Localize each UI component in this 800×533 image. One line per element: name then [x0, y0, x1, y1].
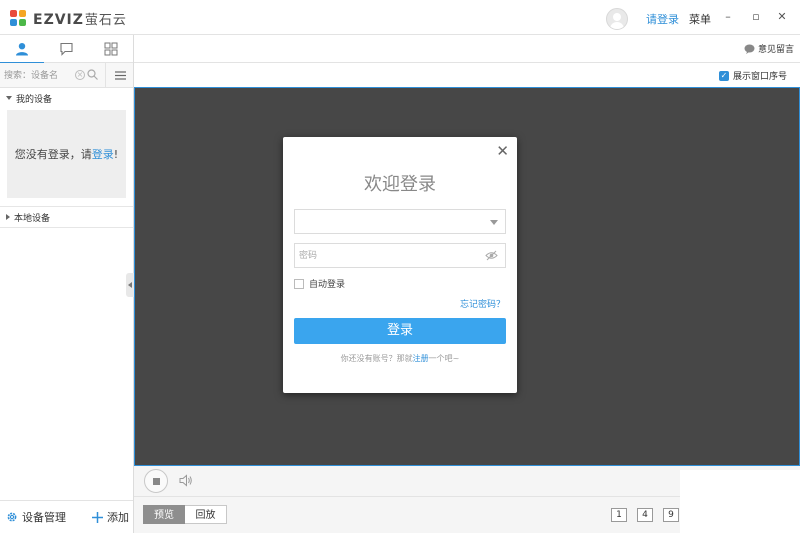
top-toolbar: 意见留言 [134, 35, 800, 63]
account-select[interactable] [294, 209, 506, 234]
device-management-label: 设备管理 [22, 511, 66, 524]
sidebar-collapse-handle[interactable] [126, 273, 134, 297]
checkbox-icon [294, 278, 304, 289]
device-search-bar: × [0, 63, 133, 88]
layout-1-button[interactable]: 1 [611, 508, 627, 522]
login-link[interactable]: 请登录 [646, 11, 679, 27]
gear-icon [7, 512, 17, 522]
speech-bubble-icon [744, 44, 755, 54]
maximize-button[interactable]: ▫ [748, 9, 764, 25]
show-window-number-checkbox[interactable]: ✓ 展示窗口序号 [718, 69, 787, 82]
clear-icon[interactable]: × [75, 70, 85, 80]
group-my-devices-label: 我的设备 [16, 94, 53, 105]
mode-switch: 预览 回放 [143, 505, 227, 524]
grid-icon [104, 42, 118, 56]
layout-4-button[interactable]: 4 [637, 508, 653, 522]
close-window-button[interactable]: ✕ [774, 9, 790, 25]
auto-login-label: 自动登录 [309, 280, 346, 290]
list-view-button[interactable] [105, 63, 134, 87]
group-my-devices[interactable]: 我的设备 [0, 88, 133, 108]
tab-messages[interactable] [44, 35, 88, 63]
not-logged-text: 您没有登录，请 [14, 148, 92, 161]
avatar[interactable] [606, 8, 628, 30]
sidebar-footer: 设备管理 添加 [0, 500, 133, 533]
chevron-left-icon [128, 282, 132, 288]
chevron-right-icon [6, 214, 10, 220]
stop-button[interactable] [144, 469, 168, 493]
register-suffix: 一个吧~ [428, 354, 460, 363]
sidebar-tabs [0, 35, 133, 64]
add-device-label: 添加 [107, 511, 129, 524]
search-icon[interactable] [87, 69, 98, 80]
add-device-button[interactable]: 添加 [92, 509, 129, 525]
minimize-button[interactable]: – [720, 9, 736, 25]
user-icon [16, 43, 29, 56]
register-prefix: 你还没有账号？那就 [340, 354, 413, 363]
feedback-label: 意见留言 [757, 45, 794, 55]
tab-preview[interactable]: 预览 [143, 505, 185, 524]
checkbox-checked-icon: ✓ [718, 70, 729, 81]
login-dialog-title: 欢迎登录 [364, 174, 436, 195]
layout-9-button[interactable]: 9 [663, 508, 679, 522]
sidebar-login-link[interactable]: 登录 [92, 146, 114, 162]
device-search-input[interactable] [4, 67, 74, 84]
chat-icon [60, 42, 73, 56]
menu-button[interactable]: 菜单 [689, 11, 711, 27]
eye-hidden-icon[interactable] [485, 250, 498, 261]
plus-icon [92, 511, 103, 523]
password-field[interactable] [294, 243, 506, 268]
corner-region [680, 470, 800, 533]
title-bar: EZVIZ萤石云 请登录 菜单 – ▫ ✕ [0, 0, 800, 35]
group-local-devices[interactable]: 本地设备 [0, 207, 133, 227]
forgot-password-link[interactable]: 忘记密码？ [460, 297, 505, 310]
not-logged-suffix: ! [113, 147, 119, 161]
list-icon [114, 70, 126, 80]
password-input[interactable] [299, 248, 479, 264]
group-local-devices-label: 本地设备 [14, 213, 51, 224]
dialog-close-icon[interactable]: ✕ [496, 142, 509, 160]
app-logo: EZVIZ萤石云 [10, 9, 127, 28]
login-button[interactable]: 登录 [294, 318, 506, 344]
register-link[interactable]: 注册 [413, 354, 429, 363]
app-logo-text: EZVIZ萤石云 [33, 12, 127, 28]
show-window-number-label: 展示窗口序号 [732, 72, 787, 82]
divider [0, 227, 133, 228]
login-dialog: ✕ 欢迎登录 自动登录 忘记密码？ 登录 你还没有账号？那就注册一个吧~ [283, 137, 517, 393]
stop-icon [152, 477, 160, 485]
chevron-down-icon [6, 96, 12, 100]
not-logged-in-panel: 您没有登录，请 登录! [7, 110, 126, 198]
auto-login-checkbox[interactable]: 自动登录 [294, 277, 345, 290]
register-line: 你还没有账号？那就注册一个吧~ [283, 353, 517, 364]
tab-grid[interactable] [89, 35, 133, 63]
view-options-bar: ✓ 展示窗口序号 [134, 63, 800, 87]
sidebar: × 我的设备 您没有登录，请登录! 本地设备 设备管理 添加 [0, 35, 134, 533]
tab-playback[interactable]: 回放 [185, 505, 227, 524]
ezviz-logo-icon [10, 9, 28, 28]
device-management-button[interactable]: 设备管理 [6, 509, 66, 525]
tab-devices[interactable] [0, 35, 45, 64]
account-input[interactable] [299, 214, 479, 230]
dropdown-arrow-icon[interactable] [490, 220, 498, 225]
volume-icon[interactable] [179, 474, 193, 487]
feedback-button[interactable]: 意见留言 [744, 42, 794, 55]
